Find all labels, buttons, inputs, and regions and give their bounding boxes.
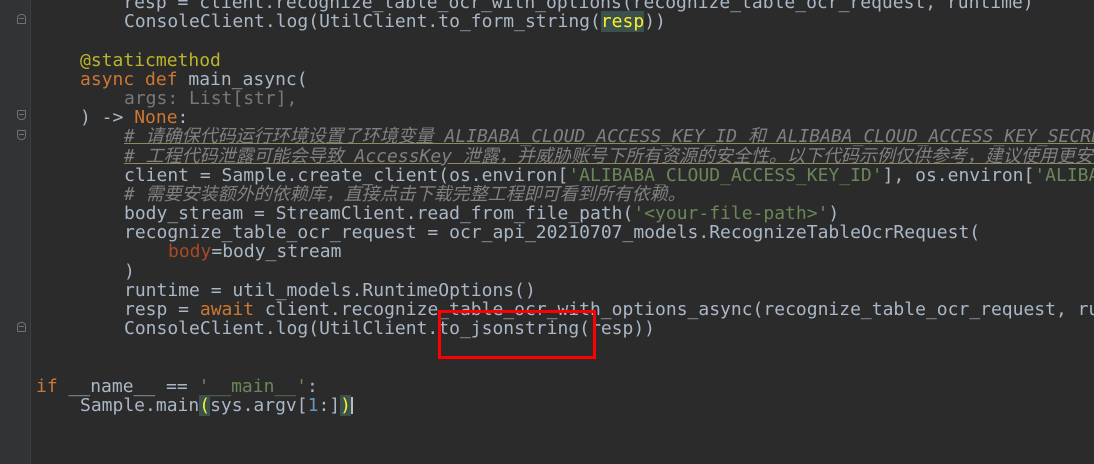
code-line-11: # 需要安装额外的依赖库，直接点击下载完整工程即可看到所有依赖。 [124,183,686,205]
code-line-9: # 工程代码泄露可能会导致 AccessKey 泄露，并威胁账号下所有资源的安全… [124,145,1094,167]
gutter-divider [30,0,31,464]
fold-close-icon[interactable] [17,14,26,24]
fold-open-icon[interactable] [17,110,26,120]
fold-open-icon[interactable] [17,130,26,140]
code-line-8: # 请确保代码运行环境设置了环境变量 ALIBABA_CLOUD_ACCESS_… [124,126,1094,148]
code-line-21: if __name__ == '__main__': [36,375,318,397]
code-line-6: args: List[str], [124,87,298,109]
code-line-10: client = Sample.create_client(os.environ… [124,164,1094,186]
code-line-15: ) [124,260,135,282]
highlight-box [438,310,596,359]
code-line-7: ) -> None: [80,107,189,129]
text-caret [350,396,353,414]
fold-close-icon[interactable] [17,322,26,332]
code-line-4: @staticmethod [80,49,221,71]
editor-gutter [0,0,30,464]
code-line-12: body_stream = StreamClient.read_from_fil… [124,203,840,225]
code-line-22: Sample.main(sys.argv[1:]) [80,394,353,416]
code-line-2: ConsoleClient.log(UtilClient.to_form_str… [124,11,666,33]
code-line-5: async def main_async( [80,68,308,90]
code-line-13: recognize_table_ocr_request = ocr_api_20… [124,222,981,244]
code-line-14: body=body_stream [168,241,342,263]
code-editor[interactable]: resp = client.recognize_table_ocr_with_o… [0,0,1094,464]
code-line-16: runtime = util_models.RuntimeOptions() [124,279,536,301]
